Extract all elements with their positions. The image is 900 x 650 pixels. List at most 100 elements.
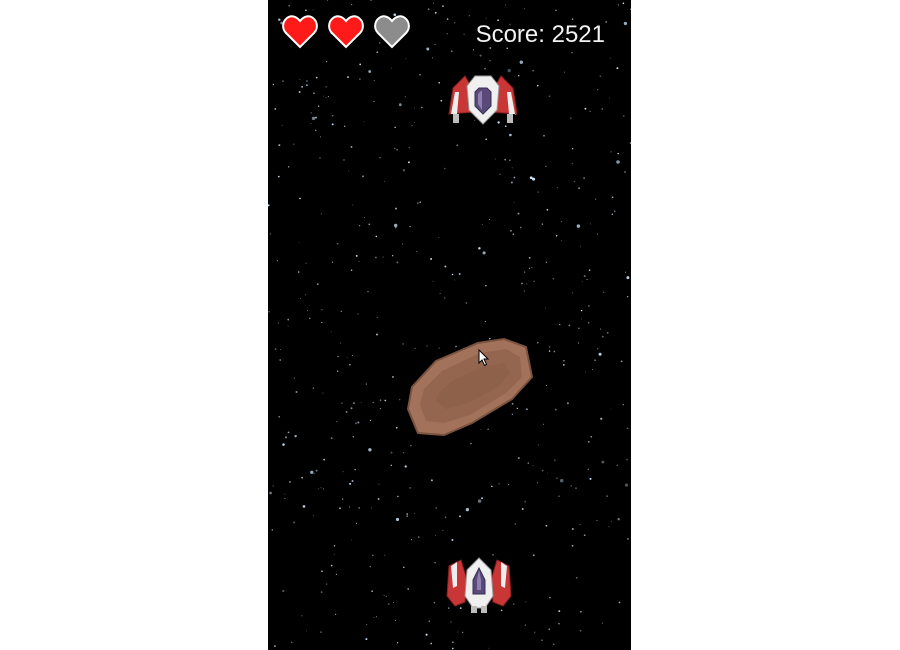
star — [352, 436, 355, 438]
star — [337, 355, 339, 358]
life-heart-empty-icon — [374, 15, 410, 49]
star — [393, 147, 396, 150]
star — [312, 9, 314, 11]
star — [278, 144, 281, 147]
star — [521, 508, 524, 510]
star — [407, 161, 410, 164]
star — [282, 589, 285, 593]
star — [597, 348, 599, 350]
star — [368, 223, 371, 226]
star — [274, 107, 277, 110]
star — [452, 641, 454, 643]
star — [349, 482, 352, 485]
star — [316, 283, 319, 286]
star — [600, 417, 603, 420]
star — [470, 442, 472, 445]
star — [610, 151, 612, 153]
star — [465, 507, 470, 512]
star — [392, 255, 394, 257]
star — [556, 477, 558, 479]
star — [444, 265, 447, 268]
star — [372, 401, 374, 404]
star — [442, 5, 444, 7]
star — [398, 103, 402, 107]
star — [532, 69, 535, 72]
star — [537, 191, 539, 193]
star — [322, 392, 324, 394]
star — [495, 158, 496, 160]
star — [416, 250, 418, 252]
star — [325, 96, 327, 98]
star — [293, 143, 295, 145]
star — [325, 583, 328, 585]
star — [571, 52, 573, 54]
star — [532, 554, 535, 557]
star — [560, 240, 562, 241]
star — [345, 411, 348, 413]
star — [421, 106, 423, 109]
star — [285, 436, 287, 439]
game-canvas[interactable]: Score: 2521 — [268, 0, 631, 650]
star — [352, 204, 354, 206]
star — [524, 271, 526, 273]
star — [333, 544, 336, 547]
star — [478, 247, 481, 250]
star — [425, 633, 428, 636]
star — [301, 615, 303, 617]
star — [359, 63, 362, 66]
star — [323, 458, 325, 461]
star — [413, 513, 415, 515]
star — [584, 107, 587, 110]
star — [269, 491, 272, 495]
star — [407, 587, 410, 590]
star — [419, 201, 421, 203]
star — [578, 187, 581, 190]
star — [343, 159, 345, 161]
star — [414, 107, 416, 109]
star — [382, 256, 384, 258]
star — [576, 224, 581, 228]
star — [298, 91, 301, 93]
star — [431, 57, 434, 59]
star — [409, 487, 411, 489]
star — [336, 421, 338, 423]
star — [563, 359, 565, 362]
star — [365, 638, 368, 641]
star — [508, 484, 510, 486]
star — [546, 385, 548, 387]
star — [384, 180, 385, 182]
star — [358, 224, 361, 227]
enemy-ship-icon — [448, 75, 518, 125]
star — [534, 631, 536, 633]
star — [371, 554, 374, 557]
star — [319, 157, 321, 159]
star — [295, 391, 298, 393]
star — [575, 487, 577, 490]
star — [541, 639, 543, 642]
star — [365, 383, 367, 385]
star — [589, 477, 592, 480]
star — [368, 70, 372, 73]
score-display: Score: 2521 — [475, 21, 605, 48]
star — [626, 459, 628, 461]
star — [571, 528, 574, 530]
star — [364, 216, 366, 219]
star — [435, 534, 437, 536]
star — [446, 18, 449, 20]
star — [527, 462, 530, 464]
star — [307, 310, 309, 312]
star — [314, 129, 317, 131]
star — [351, 480, 354, 482]
star — [371, 590, 373, 592]
star — [419, 73, 421, 76]
star — [368, 448, 372, 452]
star — [583, 275, 586, 277]
star — [396, 642, 399, 644]
mouse-cursor-icon — [478, 349, 490, 367]
star — [442, 530, 444, 532]
star — [341, 402, 343, 404]
star — [274, 348, 277, 351]
star — [335, 573, 337, 575]
star — [402, 169, 406, 172]
star — [622, 2, 625, 5]
